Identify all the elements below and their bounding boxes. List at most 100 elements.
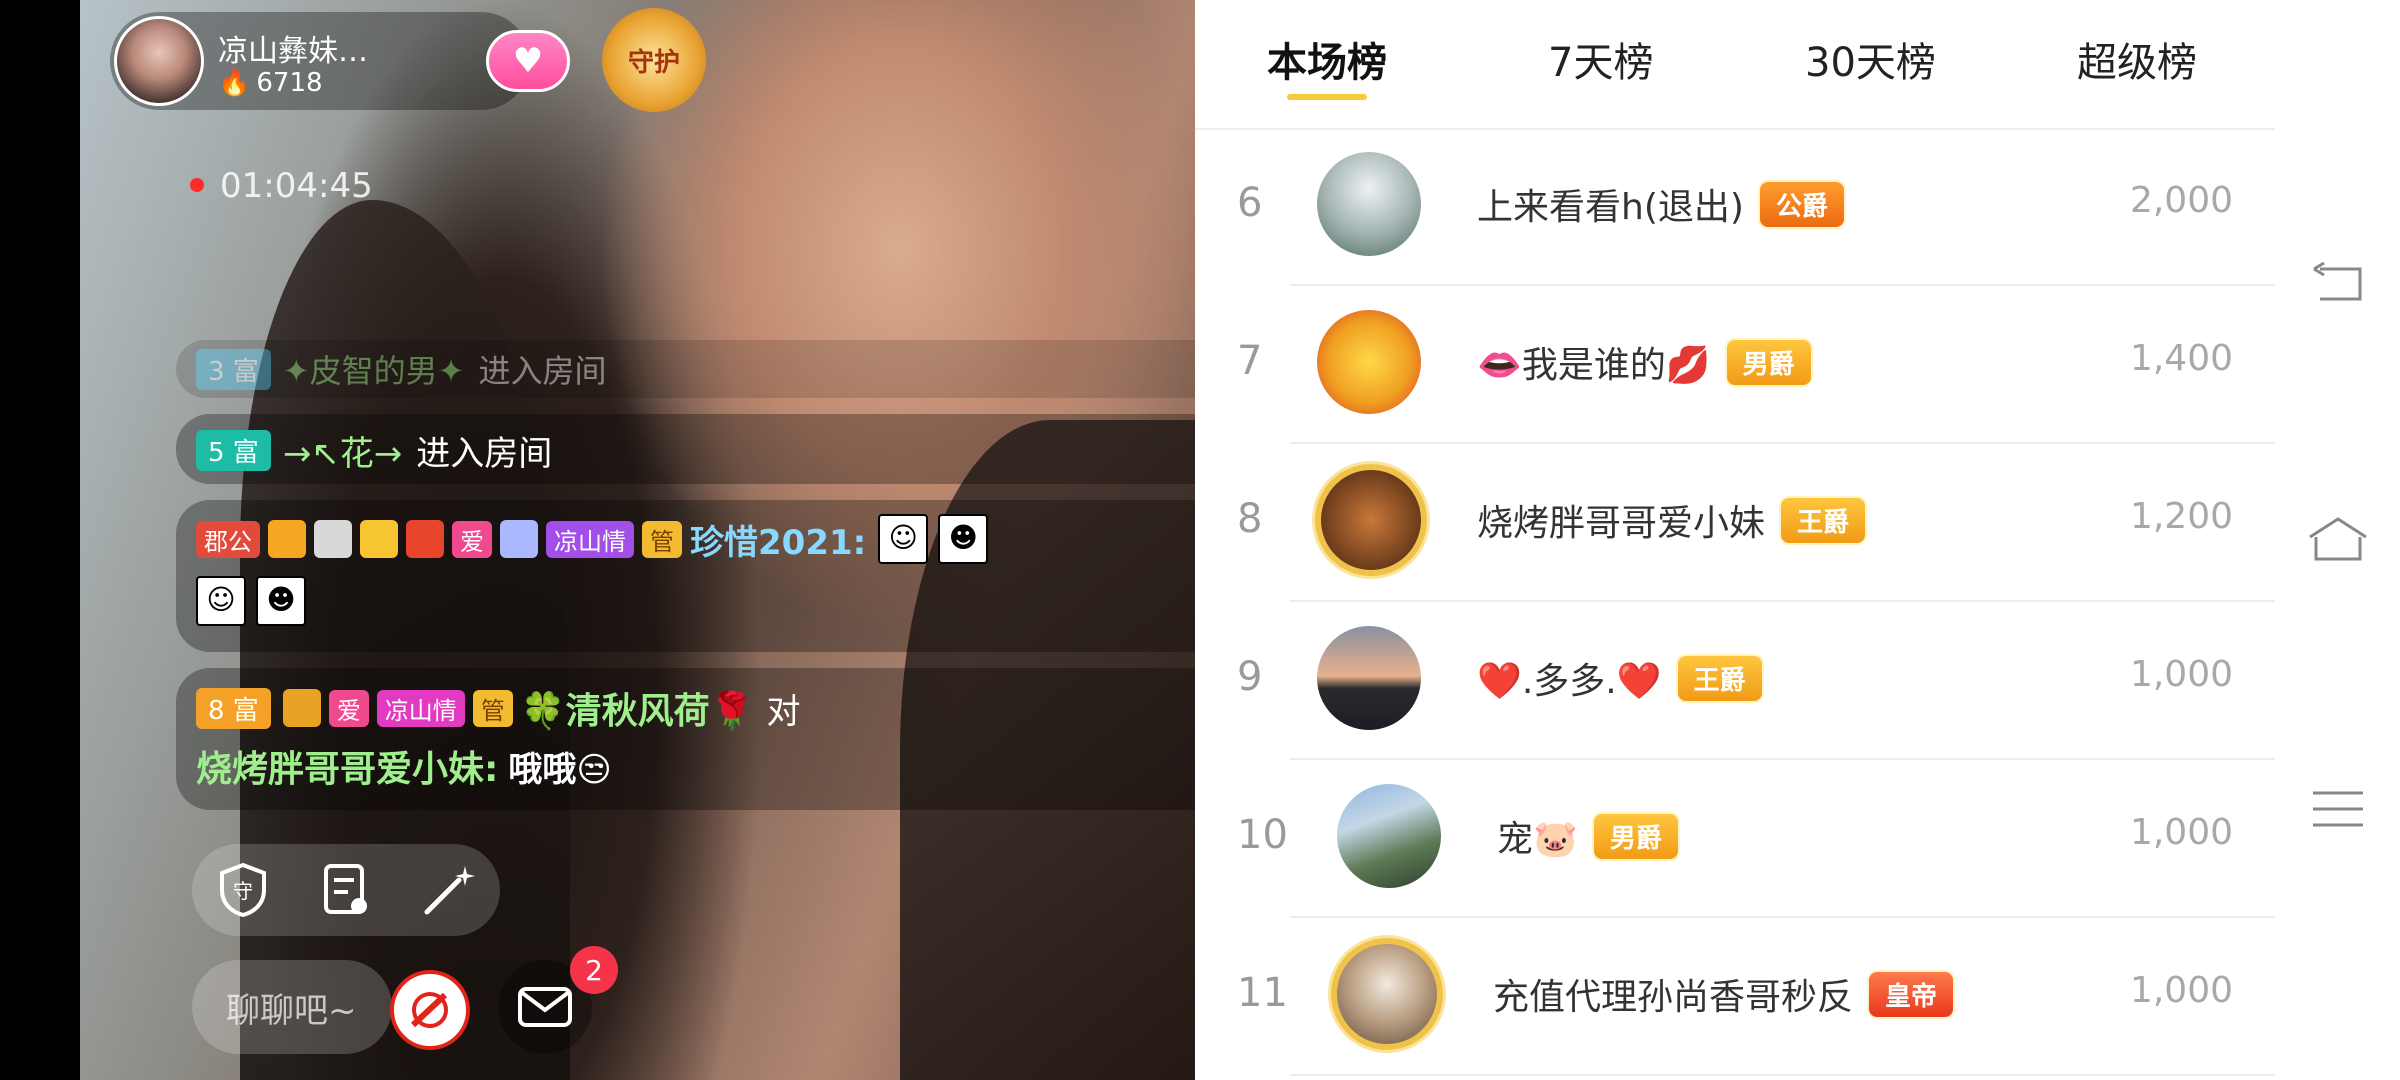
note-icon[interactable]	[316, 860, 376, 920]
user-avatar	[1317, 310, 1421, 414]
rank-title-badge: 皇帝	[1867, 969, 1956, 1019]
chat-text: 哦哦😒	[508, 749, 612, 790]
ranking-username: 充值代理孙尚香哥秒反 皇帝	[1493, 968, 1956, 1020]
chat-target-user[interactable]: 烧烤胖哥哥爱小妹:	[196, 740, 498, 792]
gift-box-icon	[406, 520, 444, 558]
guard-badge-label: 守护	[627, 47, 680, 78]
follow-button[interactable]: ♥	[486, 30, 570, 92]
username-text: 上来看看h(退出)	[1477, 187, 1744, 228]
ranking-tabs: 本场榜 7天榜 30天榜 超级榜	[1195, 0, 2275, 130]
username-text: 充值代理孙尚香哥秒反	[1493, 977, 1854, 1018]
unread-count-badge: 2	[570, 946, 618, 994]
username-text: 👄我是谁的💋	[1477, 345, 1711, 386]
rank-number: 9	[1237, 654, 1263, 700]
chat-message: 8 富 爱 凉山情 管 🍀清秋风荷🌹 对 烧烤胖哥哥爱小妹: 哦哦😒	[176, 668, 1195, 810]
magic-wand-icon[interactable]	[419, 860, 479, 920]
ranking-row[interactable]: 9 ❤️.多多.❤️ 王爵 1,000	[1195, 602, 2275, 760]
anchor-name: 凉山彝妹…	[218, 34, 368, 69]
diamond-icon	[500, 520, 538, 558]
tab-7-days[interactable]: 7天榜	[1548, 30, 1653, 88]
rank-title-badge: 男爵	[1724, 337, 1813, 387]
user-avatar	[1317, 626, 1421, 730]
live-record-dot	[190, 178, 204, 192]
user-avatar	[1315, 464, 1427, 576]
emoji-sticker-icon: ☻	[938, 514, 989, 564]
rank-title-badge: 男爵	[1591, 811, 1680, 861]
star-icon	[360, 520, 398, 558]
chat-input[interactable]: 聊聊吧~	[192, 960, 392, 1054]
anchor-avatar[interactable]	[114, 16, 204, 106]
ranking-row[interactable]: 7 👄我是谁的💋 男爵 1,400	[1195, 286, 2275, 444]
chat-action: 进入房间	[416, 434, 553, 474]
rank-number: 6	[1237, 180, 1263, 226]
guard-shield-icon	[314, 520, 352, 558]
username-text: 烧烤胖哥哥爱小妹	[1477, 503, 1766, 544]
user-avatar	[1317, 152, 1421, 256]
tab-this-session[interactable]: 本场榜	[1267, 30, 1387, 88]
live-timer: 01:04:45	[220, 166, 373, 206]
chat-action: 进入房间	[478, 352, 607, 390]
contribution-score: 1,000	[2129, 654, 2233, 695]
emoji-sticker-icon: ☻	[256, 576, 306, 626]
fan-club-tag: 凉山情	[546, 520, 634, 558]
tab-30-days[interactable]: 30天榜	[1805, 30, 1936, 88]
rank-number: 8	[1237, 496, 1263, 542]
ranking-row[interactable]: 6 上来看看h(退出) 公爵 2,000	[1195, 128, 2275, 286]
chat-connector: 对	[766, 691, 801, 732]
chat-message: 3 富 ✦皮智的男✦ 进入房间	[176, 340, 1195, 398]
admin-tag: 管	[472, 689, 513, 727]
emoji-sticker-icon: ☺	[196, 576, 246, 626]
shield-icon[interactable]: 守	[213, 860, 273, 920]
rank-number: 11	[1237, 970, 1288, 1016]
chat-username[interactable]: 珍惜2021:	[690, 515, 866, 564]
guard-badge[interactable]: 守护	[602, 8, 706, 112]
wealth-level-badge: 5 富	[196, 430, 271, 471]
left-black-bar	[0, 0, 80, 1080]
chat-message: 郡公 爱 凉山情 管 珍惜2021: ☺ ☻ ☺ ☻	[176, 500, 1195, 652]
ranking-row[interactable]: 10 宠🐷 男爵 1,000	[1195, 760, 2275, 918]
contribution-score: 2,000	[2129, 180, 2233, 221]
chat-username[interactable]: ✦皮智的男✦	[283, 346, 465, 392]
love-tag: 爱	[328, 689, 369, 727]
ranking-row[interactable]: 11 充值代理孙尚香哥秒反 皇帝 1,000	[1195, 918, 2275, 1076]
active-tab-indicator	[1287, 94, 1367, 100]
menu-icon[interactable]	[2303, 774, 2373, 844]
rank-title-badge: 王爵	[1779, 495, 1868, 545]
svg-text:守: 守	[233, 879, 253, 903]
ranking-username: 宠🐷 男爵	[1497, 810, 1680, 862]
admin-tag: 管	[642, 520, 682, 558]
home-icon[interactable]	[2303, 504, 2373, 574]
user-avatar	[1331, 938, 1443, 1050]
anchor-hot-value: 🔥 6718	[218, 68, 323, 98]
live-stream-view[interactable]: 凉山彝妹… 🔥 6718 ♥ 守护 01:04:45 3 富 ✦皮智的男✦ 进入房…	[80, 0, 1195, 1080]
chat-username[interactable]: 🍀清秋风荷🌹	[521, 682, 755, 734]
hot-value-text: 6718	[256, 68, 323, 98]
wealth-level-badge: 8 富	[196, 687, 271, 729]
ranking-row[interactable]: 8 烧烤胖哥哥爱小妹 王爵 1,200	[1195, 444, 2275, 602]
ranking-username: 烧烤胖哥哥爱小妹 王爵	[1477, 494, 1868, 546]
anchor-info-pill[interactable]: 凉山彝妹… 🔥 6718	[110, 12, 530, 110]
fan-club-tag: 凉山情	[376, 689, 465, 727]
chat-message: 5 富 →↖花→ 进入房间	[176, 414, 1195, 484]
system-nav-bar	[2275, 0, 2400, 1080]
crown-icon	[268, 520, 306, 558]
emoji-sticker-icon: ☺	[878, 514, 929, 564]
tab-super[interactable]: 超级榜	[2077, 30, 2197, 88]
medal-icon	[282, 689, 321, 727]
contribution-score: 1,400	[2129, 338, 2233, 379]
rank-number: 7	[1237, 338, 1263, 384]
contribution-score: 1,200	[2129, 496, 2233, 537]
tool-bar: 守	[192, 844, 500, 936]
ranking-username: 👄我是谁的💋 男爵	[1477, 336, 1813, 388]
mail-icon	[518, 987, 572, 1027]
username-text: 宠🐷	[1497, 819, 1578, 860]
share-button[interactable]	[390, 970, 470, 1050]
chat-username[interactable]: →↖花→	[283, 426, 402, 475]
title-tag: 郡公	[196, 520, 260, 558]
back-icon[interactable]	[2303, 248, 2373, 318]
love-tag: 爱	[452, 520, 492, 558]
rank-number: 10	[1237, 812, 1288, 858]
wealth-level-badge: 3 富	[196, 348, 271, 390]
ranking-username: ❤️.多多.❤️ 王爵	[1477, 652, 1764, 704]
rank-title-badge: 公爵	[1757, 179, 1846, 229]
